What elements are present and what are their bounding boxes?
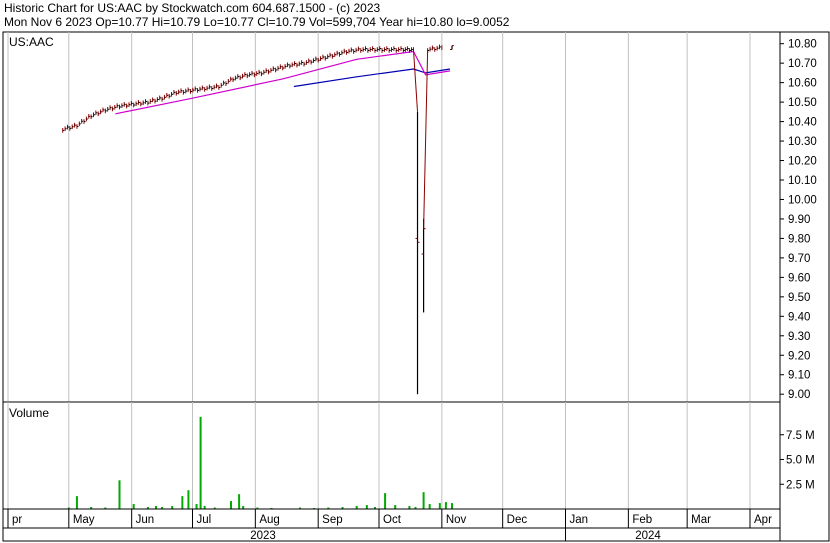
price-axis-label: 10.30 [788, 136, 817, 148]
price-panel: 10.80 10.70 10.60 10.50 10.40 10.30 10.20 10.10… [2, 31, 830, 542]
month-label: Feb [632, 514, 652, 526]
price-axis-label: 9.80 [788, 233, 810, 245]
price-axis-label: 9.70 [788, 253, 810, 265]
year-label: 2024 [635, 530, 661, 542]
month-label: Mar [691, 514, 711, 526]
price-axis-label: 9.50 [788, 292, 810, 304]
volume-axis-label: 5.0 M [786, 455, 815, 467]
month-label: May [73, 514, 95, 526]
price-axis-label: 10.80 [788, 39, 817, 51]
price-axis-label: 10.20 [788, 156, 817, 168]
volume-axis-label: 2.5 M [786, 479, 815, 491]
stock-chart: 10.80 10.70 10.60 10.50 10.40 10.30 10.20 10.10… [2, 31, 830, 542]
month-label: Dec [507, 514, 528, 526]
month-label: Sep [322, 514, 342, 526]
price-axis-label: 9.30 [788, 331, 810, 343]
month-label: Nov [446, 514, 467, 526]
volume-panel-title: Volume [9, 406, 49, 420]
month-label: pr [12, 514, 22, 526]
month-label: Jul [196, 514, 211, 526]
price-axis-label: 9.60 [788, 272, 810, 284]
price-axis-label: 10.10 [788, 175, 817, 187]
month-label: Jan [570, 514, 589, 526]
price-axis-label: 10.00 [788, 194, 817, 206]
month-label: Jun [136, 514, 155, 526]
time-axis: pr May Jun Jul Aug Sep Oct Nov Dec Jan Feb Mar Apr 20… [2, 508, 781, 542]
month-label: Oct [383, 514, 402, 526]
volume-axis-label: 7.5 M [786, 430, 815, 442]
price-axis-label: 9.10 [788, 370, 810, 382]
price-axis-label: 10.40 [788, 117, 817, 129]
year-label: 2023 [250, 530, 276, 542]
price-panel-frame [2, 31, 781, 403]
month-label: Aug [259, 514, 279, 526]
price-gap-line [423, 49, 429, 229]
month-label: Apr [754, 514, 772, 526]
price-axis-label: 9.20 [788, 350, 810, 362]
price-axis-label: 9.90 [788, 214, 810, 226]
volume-panel: Volume 7.5 M 5.0 M 2.5 M [2, 401, 815, 510]
moving-average-short [115, 50, 451, 115]
price-axis-label: 9.40 [788, 311, 810, 323]
price-panel-title: US:AAC [9, 35, 54, 49]
price-axis-label: 9.00 [788, 389, 810, 401]
price-axis-label: 10.70 [788, 58, 817, 70]
price-axis-label: 10.50 [788, 97, 817, 109]
price-axis-label: 10.60 [788, 78, 817, 90]
